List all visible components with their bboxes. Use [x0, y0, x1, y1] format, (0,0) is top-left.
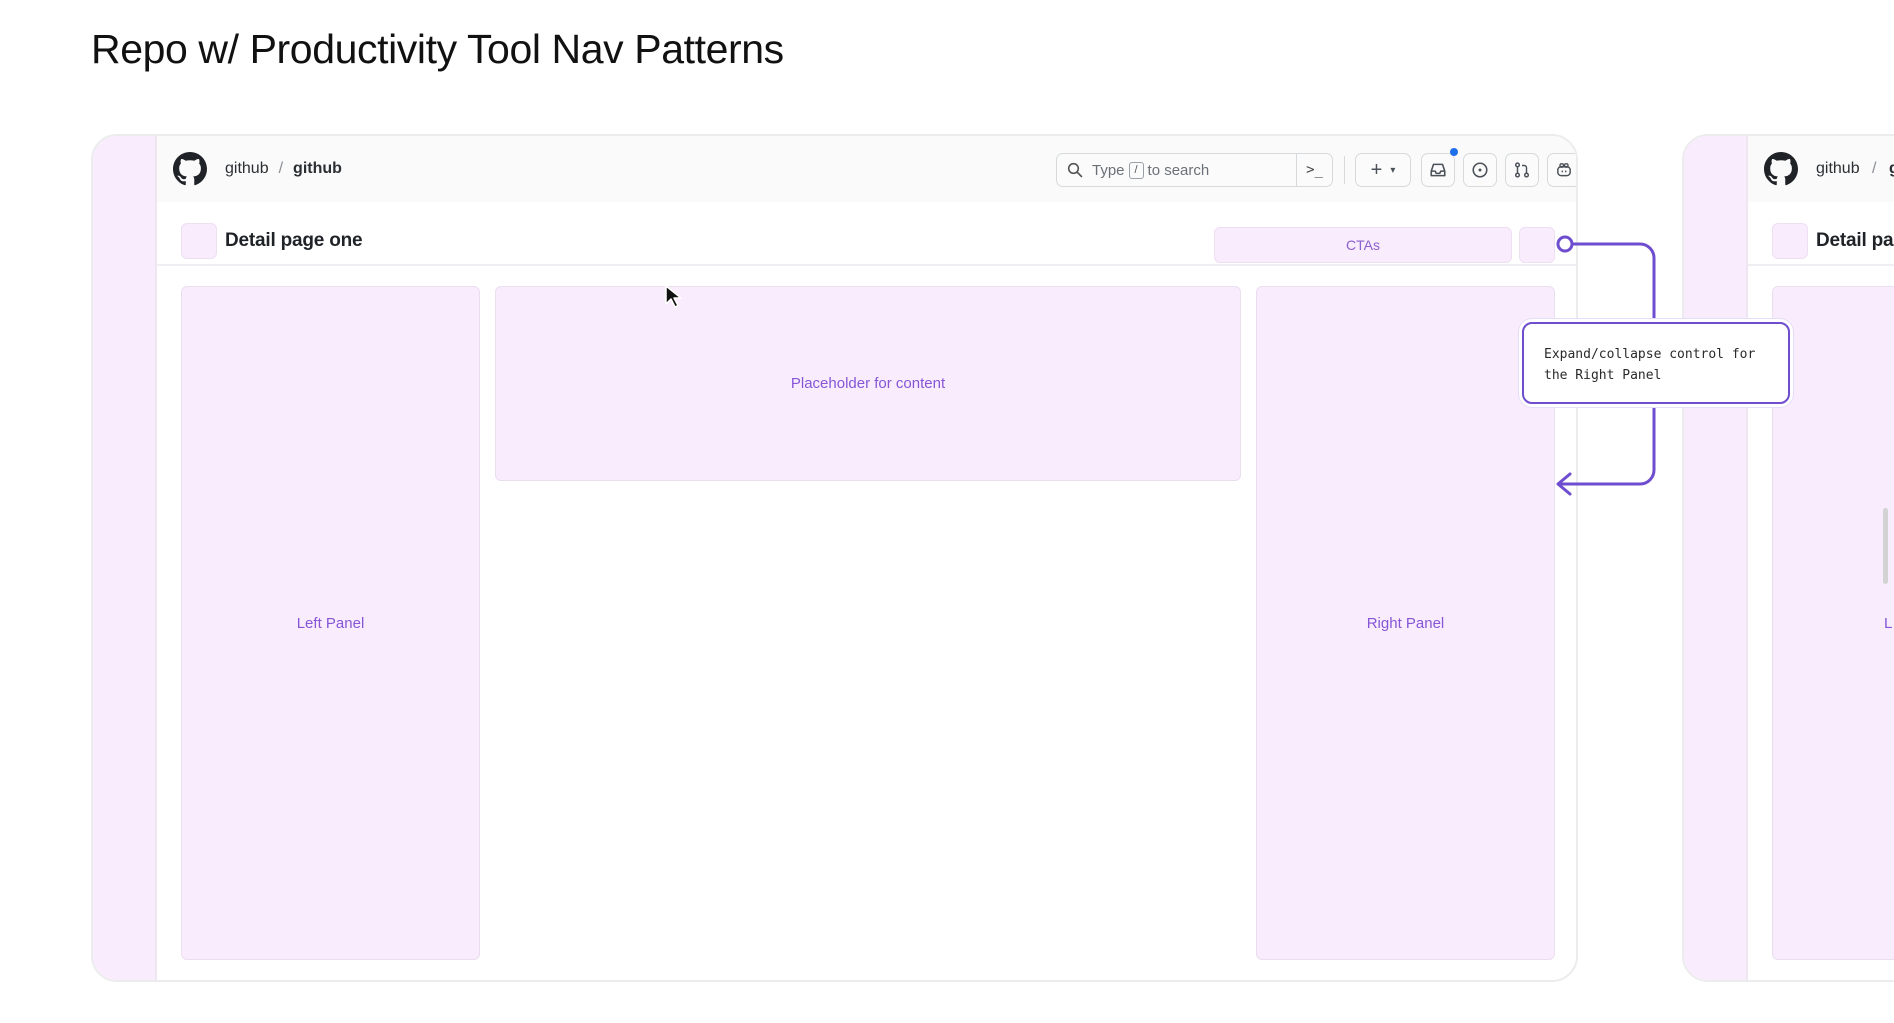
search-prefix: Type	[1092, 161, 1125, 179]
global-header: github / github Type / to search >_ + ▾	[157, 136, 1576, 202]
inbox-button[interactable]	[1421, 148, 1458, 187]
page-icon-placeholder	[1772, 223, 1808, 259]
breadcrumb-repo[interactable]: gi	[1889, 160, 1894, 177]
command-palette-icon[interactable]: >_	[1296, 154, 1332, 186]
repo-frame-secondary: github / gi Detail pa L	[1682, 134, 1894, 982]
annotation-callout: Expand/collapse control for the Right Pa…	[1522, 322, 1790, 404]
left-rail-secondary	[1684, 136, 1748, 980]
cta-buttons-placeholder[interactable]: CTAs	[1214, 227, 1512, 263]
inbox-icon	[1430, 163, 1446, 177]
header-divider	[1344, 156, 1345, 184]
github-logo-icon[interactable]	[173, 152, 207, 186]
page-icon-placeholder	[181, 223, 217, 259]
left-panel-label-secondary: L	[1884, 615, 1893, 632]
copilot-icon	[1557, 163, 1571, 177]
mouse-cursor-icon	[665, 285, 682, 308]
scrollbar-thumb[interactable]	[1883, 508, 1888, 584]
copilot-button[interactable]	[1547, 153, 1576, 187]
repo-frame: github / github Type / to search >_ + ▾	[91, 134, 1578, 982]
right-panel-label: Right Panel	[1366, 614, 1445, 632]
annotation-line-top	[1572, 242, 1656, 322]
plus-icon: +	[1370, 158, 1383, 181]
search-suffix: to search	[1147, 161, 1210, 179]
breadcrumb-separator: /	[278, 160, 284, 177]
content-placeholder-label: Placeholder for content	[790, 375, 946, 392]
search-shortcut-key: /	[1128, 161, 1144, 179]
left-panel-label: Left Panel	[296, 614, 365, 632]
page-title: Detail page one	[225, 230, 363, 251]
issue-opened-icon	[1472, 162, 1488, 178]
breadcrumb: github / github	[225, 160, 342, 178]
breadcrumb-secondary: github / gi	[1816, 160, 1894, 178]
content-placeholder: Placeholder for content	[495, 286, 1241, 481]
slide-title: Repo w/ Productivity Tool Nav Patterns	[91, 26, 784, 72]
search-input[interactable]: Type / to search >_	[1056, 153, 1333, 187]
left-panel: Left Panel	[181, 286, 480, 960]
left-panel-secondary	[1772, 286, 1894, 960]
pull-requests-button[interactable]	[1505, 153, 1539, 187]
git-pull-request-icon	[1514, 162, 1530, 178]
page-header-secondary: Detail pa	[1748, 202, 1894, 266]
breadcrumb-owner[interactable]: github	[225, 160, 269, 178]
chevron-down-icon: ▾	[1390, 164, 1396, 176]
search-icon	[1067, 162, 1083, 178]
page-title-secondary: Detail pa	[1816, 230, 1894, 251]
github-logo-icon[interactable]	[1764, 152, 1798, 186]
right-panel: Right Panel	[1256, 286, 1555, 960]
breadcrumb-repo[interactable]: github	[293, 160, 342, 178]
global-header-secondary: github / gi	[1748, 136, 1894, 202]
notification-dot	[1450, 148, 1458, 156]
issues-button[interactable]	[1463, 153, 1497, 187]
breadcrumb-owner[interactable]: github	[1816, 160, 1860, 177]
breadcrumb-separator: /	[1872, 160, 1877, 177]
left-rail	[93, 136, 157, 980]
create-new-button[interactable]: + ▾	[1355, 153, 1411, 187]
right-panel-toggle-button[interactable]	[1519, 227, 1555, 263]
